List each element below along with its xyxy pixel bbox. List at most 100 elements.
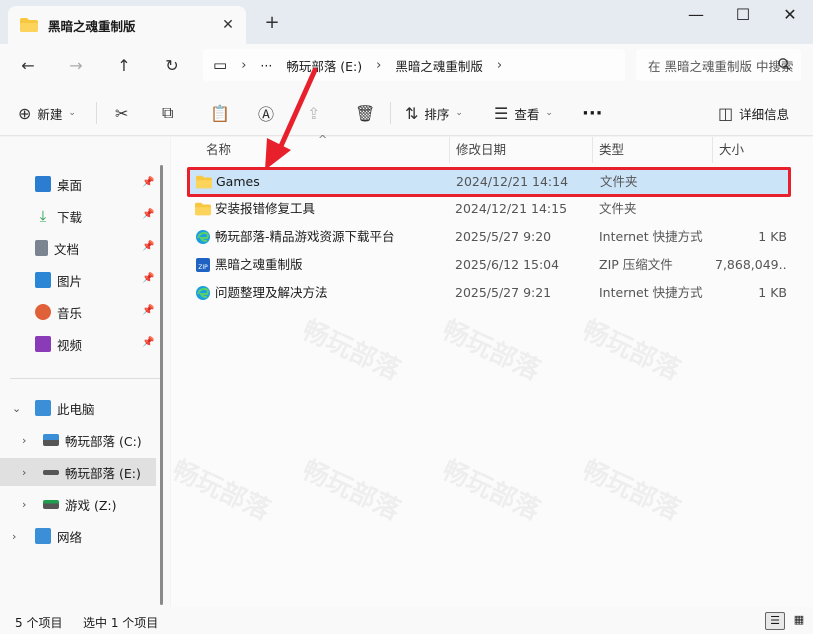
maximize-button[interactable]: ☐: [720, 0, 766, 32]
file-date: 2025/5/27 9:20: [455, 229, 552, 244]
computer-icon: [35, 400, 51, 416]
sidebar-item-label: 下载: [57, 209, 83, 225]
chevron-right-icon[interactable]: ›: [22, 498, 26, 511]
chevron-down-icon: ⌄: [455, 108, 463, 118]
more-button[interactable]: ···: [582, 102, 603, 124]
details-button[interactable]: ◫ 详细信息: [718, 102, 789, 124]
pin-icon[interactable]: 📌: [142, 273, 154, 284]
chevron-right-icon[interactable]: ›: [22, 466, 26, 479]
desktop-icon: [35, 176, 51, 192]
selection-count: 选中 1 个项目: [83, 616, 159, 630]
sidebar-item-desktop[interactable]: 桌面 📌: [0, 170, 156, 198]
tab-title: 黑暗之魂重制版: [48, 18, 136, 34]
sidebar-item-this-pc[interactable]: ⌄ 此电脑: [0, 394, 156, 422]
tiles-view-button[interactable]: ▦: [789, 612, 809, 630]
zip-icon: ZIP: [196, 258, 210, 272]
sidebar-item-music[interactable]: 音乐 📌: [0, 298, 156, 326]
paste-button[interactable]: 📋: [210, 102, 236, 124]
plus-circle-icon: ⊕: [18, 103, 32, 123]
column-header-size[interactable]: 大小: [713, 137, 793, 163]
folder-icon: [20, 18, 38, 32]
table-row[interactable]: ZIP 黑暗之魂重制版 2025/6/12 15:04 ZIP 压缩文件 7,8…: [188, 251, 791, 279]
network-drive-icon: [43, 499, 59, 509]
item-count: 5 个项目: [15, 616, 63, 630]
back-button[interactable]: ←: [13, 52, 43, 80]
chevron-right-icon[interactable]: ›: [376, 58, 381, 73]
file-name: 安装报错修复工具: [215, 201, 316, 216]
file-type: Internet 快捷方式: [599, 229, 703, 244]
minimize-button[interactable]: —: [673, 0, 719, 32]
table-row[interactable]: 畅玩部落-精品游戏资源下载平台 2025/5/27 9:20 Internet …: [188, 223, 791, 251]
up-button[interactable]: ↑: [109, 52, 139, 80]
file-size: 1 KB: [758, 229, 787, 244]
sidebar-item-drive-z[interactable]: › 游戏 (Z:): [0, 490, 156, 518]
details-pane-icon: ◫: [718, 103, 734, 123]
view-button[interactable]: ☰ 查看 ⌄: [494, 102, 553, 124]
picture-icon: [35, 272, 51, 288]
sidebar-item-label: 游戏 (Z:): [65, 497, 117, 513]
sidebar-item-videos[interactable]: 视频 📌: [0, 330, 156, 358]
sidebar-item-label: 网络: [57, 529, 83, 545]
table-row[interactable]: 安装报错修复工具 2024/12/21 14:15 文件夹: [188, 195, 791, 223]
file-list: ^ 名称 修改日期 类型 大小 Games 2024/12/21 14:14 文…: [171, 133, 813, 607]
sidebar-item-label: 图片: [57, 273, 83, 289]
sidebar-item-pictures[interactable]: 图片 📌: [0, 266, 156, 294]
sidebar-scrollbar[interactable]: [160, 165, 163, 605]
download-icon: ⤓: [39, 207, 47, 225]
sidebar-item-drive-e[interactable]: › 畅玩部落 (E:): [0, 458, 156, 486]
edge-shortcut-icon: [196, 286, 210, 300]
status-bar: 5 个项目 选中 1 个项目 ☰ ▦: [0, 607, 813, 634]
forward-button[interactable]: →: [61, 52, 91, 80]
sidebar-item-label: 畅玩部落 (E:): [65, 465, 141, 481]
document-icon: [35, 240, 48, 256]
search-input[interactable]: 在 黑暗之魂重制版 中搜索: [636, 49, 801, 81]
column-header-type[interactable]: 类型: [593, 137, 713, 163]
delete-button[interactable]: 🗑: [355, 102, 381, 124]
pin-icon[interactable]: 📌: [142, 305, 154, 316]
clipboard-icon: 📋: [210, 103, 230, 123]
new-button[interactable]: ⊕ 新建 ⌄: [18, 102, 76, 124]
copy-button[interactable]: ⧉: [162, 102, 179, 124]
column-header-date[interactable]: 修改日期: [450, 137, 593, 163]
sort-button[interactable]: ⇅ 排序 ⌄: [405, 102, 463, 124]
chevron-right-icon[interactable]: ›: [497, 58, 502, 73]
pin-icon[interactable]: 📌: [142, 177, 154, 188]
search-icon: [778, 58, 790, 70]
details-view-button[interactable]: ☰: [765, 612, 785, 630]
refresh-button[interactable]: ↻: [157, 52, 187, 80]
scissors-icon: ✂: [115, 103, 129, 123]
breadcrumb-folder[interactable]: 黑暗之魂重制版: [395, 56, 483, 75]
file-type: 文件夹: [599, 201, 637, 216]
sidebar-item-drive-c[interactable]: › 畅玩部落 (C:): [0, 426, 156, 454]
close-window-button[interactable]: ✕: [767, 0, 813, 32]
pin-icon[interactable]: 📌: [142, 241, 154, 252]
sidebar-item-downloads[interactable]: ⤓ 下载 📌: [0, 202, 156, 230]
chevron-right-icon[interactable]: ›: [241, 58, 246, 73]
chevron-right-icon[interactable]: ›: [12, 530, 16, 543]
close-tab-icon[interactable]: ✕: [220, 17, 236, 33]
sidebar-item-label: 畅玩部落 (C:): [65, 433, 142, 449]
sidebar-item-label: 桌面: [57, 177, 83, 193]
sidebar-item-network[interactable]: › 网络: [0, 522, 156, 550]
pin-icon[interactable]: 📌: [142, 209, 154, 220]
command-bar: ⊕ 新建 ⌄ ✂ ⧉ 📋 Ⓐ ⇪ 🗑 ⇅ 排序 ⌄ ☰ 查看 ⌄ ··· ◫ 详…: [0, 88, 813, 136]
chevron-down-icon: ⌄: [545, 108, 553, 118]
copy-icon: ⧉: [162, 103, 174, 122]
table-row[interactable]: 问题整理及解决方法 2025/5/27 9:21 Internet 快捷方式 1…: [188, 279, 791, 307]
chevron-right-icon[interactable]: ›: [22, 434, 26, 447]
cut-button[interactable]: ✂: [115, 102, 134, 124]
network-icon: [35, 528, 51, 544]
tab-active[interactable]: 黑暗之魂重制版 ✕: [8, 6, 246, 44]
file-date: 2025/5/27 9:21: [455, 285, 552, 300]
music-icon: [35, 304, 51, 320]
pin-icon[interactable]: 📌: [142, 337, 154, 348]
file-size: [715, 195, 787, 223]
computer-icon[interactable]: ▭: [213, 56, 227, 74]
file-date: 2024/12/21 14:15: [455, 201, 568, 216]
title-bar: 黑暗之魂重制版 ✕ + — ☐ ✕: [0, 0, 813, 44]
new-tab-button[interactable]: +: [262, 12, 282, 33]
file-name: 问题整理及解决方法: [215, 285, 328, 300]
chevron-down-icon[interactable]: ⌄: [12, 402, 21, 415]
file-size: 7,868,049...: [715, 257, 787, 272]
sidebar-item-documents[interactable]: 文档 📌: [0, 234, 156, 262]
